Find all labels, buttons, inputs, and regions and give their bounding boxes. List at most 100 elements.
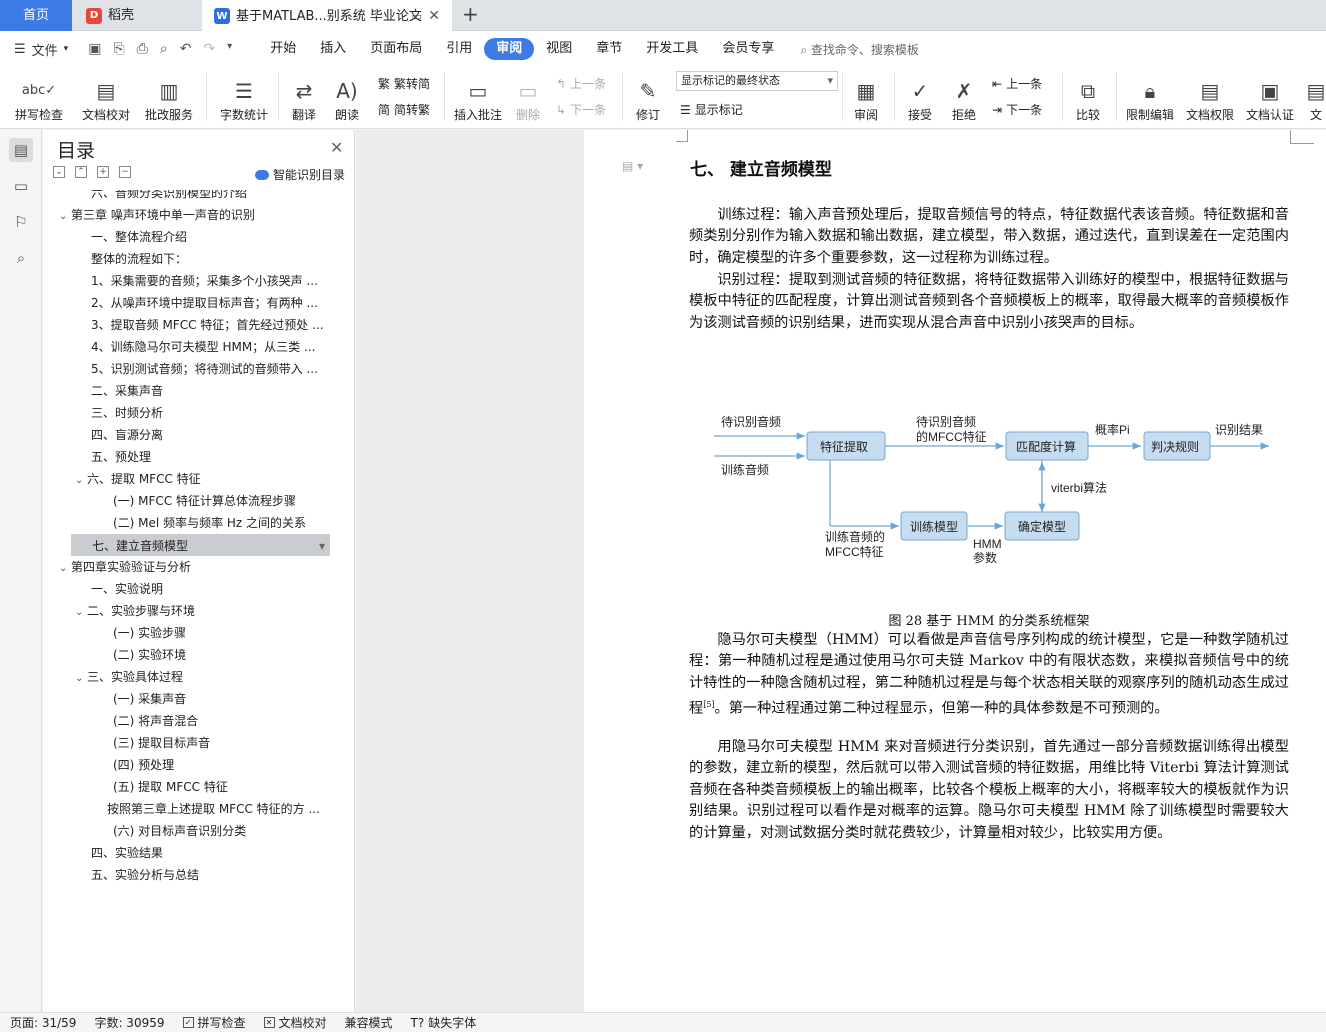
- document-permission-button[interactable]: ▤ 文档权限: [1184, 71, 1236, 123]
- smart-toc-button[interactable]: 智能识别目录: [255, 166, 345, 183]
- menu-tab[interactable]: 页面布局: [358, 38, 434, 60]
- toc-item[interactable]: (二) 将声音混合: [113, 710, 325, 732]
- save-icon[interactable]: ▣: [88, 41, 101, 57]
- prev-comment-button[interactable]: ↰ 上一条: [556, 75, 606, 92]
- remove-heading-icon[interactable]: −: [119, 166, 131, 178]
- toc-item[interactable]: 五、实验分析与总结: [91, 864, 325, 886]
- chevron-down-icon[interactable]: ⌄: [59, 558, 71, 578]
- toc-item[interactable]: 4、训练隐马尔可夫模型 HMM；从三类 ...: [91, 336, 325, 358]
- chevron-down-icon[interactable]: ⌄: [75, 470, 87, 490]
- print-preview-icon[interactable]: ⌕: [160, 41, 168, 57]
- menu-tab[interactable]: 开发工具: [634, 38, 710, 60]
- toc-panel-icon[interactable]: ▤: [9, 138, 33, 162]
- proofread-button[interactable]: ▤ 文档校对: [80, 71, 132, 123]
- toc-item[interactable]: 七、建立音频模型: [71, 534, 330, 556]
- paragraph-menu-icon[interactable]: ▤ ▾: [622, 159, 643, 173]
- toc-item[interactable]: ⌄ 第四章实验验证与分析: [59, 556, 325, 578]
- trad-to-simp-button[interactable]: 繁繁转简: [378, 75, 430, 92]
- redo-icon[interactable]: ↷: [203, 41, 215, 57]
- new-tab-icon[interactable]: +: [462, 2, 479, 26]
- proofread-status[interactable]: ✕ 文档校对: [263, 1014, 327, 1031]
- toc-item[interactable]: 整体的流程如下：: [91, 248, 325, 270]
- tab-home[interactable]: 首页: [0, 0, 72, 31]
- word-count-button[interactable]: ☰ 字数统计: [218, 71, 270, 123]
- reject-button[interactable]: ✗ 拒绝: [946, 71, 982, 123]
- more-icon[interactable]: ▾: [227, 41, 232, 57]
- delete-comment-button[interactable]: ▭ 删除: [510, 71, 546, 123]
- toc-item[interactable]: 一、实验说明: [91, 578, 325, 600]
- toc-item[interactable]: ⌄ 第三章 噪声环境中单一声音的识别: [59, 204, 325, 226]
- next-change-button[interactable]: ⇥ 下一条: [992, 101, 1042, 118]
- menu-tab[interactable]: 引用: [434, 38, 484, 60]
- toc-item[interactable]: (四) 预处理: [113, 754, 325, 776]
- prev-change-button[interactable]: ⇤ 上一条: [992, 75, 1042, 92]
- chevron-down-icon[interactable]: ⌄: [75, 602, 87, 622]
- read-aloud-button[interactable]: A) 朗读: [330, 71, 364, 123]
- restrict-editing-button[interactable]: 🔒︎ 限制编辑: [1124, 71, 1176, 123]
- more-ribbon-button[interactable]: ▤ 文: [1306, 71, 1326, 123]
- toc-item[interactable]: (二) Mel 频率与频率 Hz 之间的关系: [113, 512, 325, 534]
- track-changes-button[interactable]: ✎ 修订: [630, 71, 666, 123]
- print-icon[interactable]: ⎙: [137, 41, 148, 57]
- toc-item[interactable]: (一) 采集声音: [113, 688, 325, 710]
- chevron-down-icon[interactable]: ⌄: [75, 668, 87, 688]
- toc-item[interactable]: (一) 实验步骤: [113, 622, 325, 644]
- toc-item[interactable]: 三、时频分析: [91, 402, 325, 424]
- tab-daoke[interactable]: D 稻壳: [74, 0, 202, 31]
- close-icon[interactable]: ✕: [330, 138, 343, 157]
- menu-tab[interactable]: 审阅: [484, 38, 535, 60]
- bookmark-icon[interactable]: ⚐: [9, 210, 33, 234]
- menu-tab[interactable]: 插入: [308, 38, 358, 60]
- toc-item[interactable]: 5、识别测试音频；将待测试的音频带入 ...: [91, 358, 325, 380]
- show-markup-button[interactable]: ☰ 显示标记: [680, 101, 743, 118]
- spell-check-status[interactable]: ✓ 拼写检查: [182, 1014, 246, 1031]
- add-heading-icon[interactable]: +: [97, 166, 109, 178]
- markup-mode-select[interactable]: 显示标记的最终状态: [676, 71, 838, 91]
- menu-tab[interactable]: 章节: [584, 38, 634, 60]
- toc-item[interactable]: ⌄ 三、实验具体过程: [75, 666, 325, 688]
- undo-icon[interactable]: ↶: [180, 41, 192, 57]
- toc-item[interactable]: (五) 提取 MFCC 特征: [113, 776, 325, 798]
- toc-item[interactable]: (一) MFCC 特征计算总体流程步骤: [113, 490, 325, 512]
- translate-button[interactable]: ⇄ 翻译: [286, 71, 322, 123]
- word-count-indicator[interactable]: 字数: 30959: [94, 1014, 164, 1031]
- expand-up-icon[interactable]: ⌃: [75, 166, 87, 178]
- toc-item[interactable]: (三) 提取目标声音: [113, 732, 325, 754]
- tab-document[interactable]: W 基于MATLAB...别系统 毕业论文 ▭ ✕: [202, 0, 452, 32]
- file-menu[interactable]: ☰ 文件 ▾: [14, 40, 68, 59]
- toc-item[interactable]: ⌄ 二、实验步骤与环境: [75, 600, 325, 622]
- insert-comment-button[interactable]: ▭ 插入批注: [452, 71, 504, 123]
- toc-item[interactable]: 四、盲源分离: [91, 424, 325, 446]
- chapter-panel-icon[interactable]: ▭: [9, 174, 33, 198]
- pin-icon[interactable]: ▭: [412, 1, 422, 32]
- review-pane-button[interactable]: ▦ 审阅: [848, 71, 884, 123]
- accept-button[interactable]: ✓ 接受: [902, 71, 938, 123]
- toc-item[interactable]: 一、整体流程介绍: [91, 226, 325, 248]
- toc-item[interactable]: ⌄ 六、提取 MFCC 特征: [75, 468, 325, 490]
- chevron-down-icon[interactable]: ⌄: [59, 206, 71, 226]
- close-tab-icon[interactable]: ✕: [428, 1, 440, 32]
- menu-tab[interactable]: 会员专享: [710, 38, 786, 60]
- toc-item[interactable]: (六) 对目标声音识别分类: [113, 820, 325, 842]
- toc-item[interactable]: 2、从噪声环境中提取目标声音；有两种 ...: [91, 292, 325, 314]
- toc-item[interactable]: 二、采集声音: [91, 380, 325, 402]
- compare-button[interactable]: ⧉ 比较: [1070, 71, 1106, 123]
- page-indicator[interactable]: 页面: 31/59: [10, 1014, 76, 1031]
- command-search[interactable]: ⌕ 查找命令、搜索模板: [800, 41, 919, 58]
- menu-tab[interactable]: 视图: [534, 38, 584, 60]
- next-comment-button[interactable]: ↳ 下一条: [556, 101, 606, 118]
- toc-item[interactable]: 按照第三章上述提取 MFCC 特征的方 ...: [107, 798, 325, 820]
- toc-item[interactable]: 五、预处理: [91, 446, 325, 468]
- document-certify-button[interactable]: ▣ 文档认证: [1244, 71, 1296, 123]
- menu-tab[interactable]: 开始: [258, 38, 308, 60]
- toc-item[interactable]: 1、采集需要的音频；采集多个小孩哭声 ...: [91, 270, 325, 292]
- simp-to-trad-button[interactable]: 简简转繁: [378, 101, 430, 118]
- toc-item[interactable]: 3、提取音频 MFCC 特征；首先经过预处 ...: [91, 314, 325, 336]
- collapse-all-icon[interactable]: ⌄: [53, 166, 65, 178]
- format-painter-icon[interactable]: ⎘: [113, 41, 124, 57]
- missing-font-status[interactable]: T? 缺失字体: [411, 1014, 477, 1031]
- spell-check-button[interactable]: abc✓ 拼写检查: [10, 71, 68, 123]
- correction-service-button[interactable]: ▥ 批改服务: [140, 71, 198, 123]
- citation-ref[interactable]: [5]: [703, 700, 714, 709]
- toc-item[interactable]: 六、音频分类识别模型的介绍: [91, 190, 325, 204]
